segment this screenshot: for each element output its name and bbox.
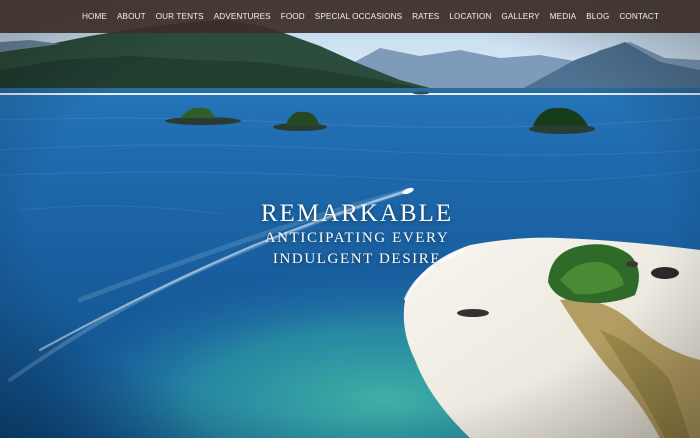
nav-adventures[interactable]: ADVENTURES [214, 12, 271, 21]
top-navigation-bar: HOME ABOUT OUR TENTS ADVENTURES FOOD SPE… [0, 0, 700, 33]
hero-title: REMARKABLE [260, 200, 454, 227]
nav-special-occasions[interactable]: SPECIAL OCCASIONS [315, 12, 402, 21]
nav-rates[interactable]: RATES [412, 12, 439, 21]
nav-about[interactable]: ABOUT [117, 12, 146, 21]
nav-contact[interactable]: CONTACT [619, 12, 659, 21]
nav-blog[interactable]: BLOG [586, 12, 609, 21]
nav-media[interactable]: MEDIA [550, 12, 576, 21]
hero-subtitle-line-2: INDULGENT DESIRE [272, 251, 442, 267]
nav-our-tents[interactable]: OUR TENTS [156, 12, 204, 21]
nav-location[interactable]: LOCATION [449, 12, 491, 21]
nav-gallery[interactable]: GALLERY [501, 12, 539, 21]
nav-food[interactable]: FOOD [281, 12, 305, 21]
hero-subtitle-line-1: ANTICIPATING EVERY [264, 230, 450, 246]
hero-tagline: REMARKABLE ANTICIPATING EVERY INDULGENT … [0, 200, 700, 270]
main-menu: HOME ABOUT OUR TENTS ADVENTURES FOOD SPE… [82, 0, 659, 33]
nav-home[interactable]: HOME [82, 12, 107, 21]
